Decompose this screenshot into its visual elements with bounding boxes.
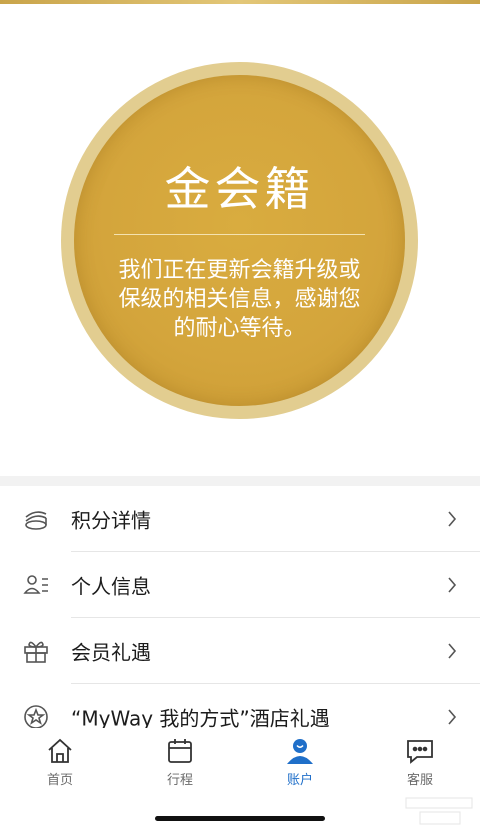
membership-status-message: 我们正在更新会籍升级或保级的相关信息，感谢您的耐心等待。 — [118, 258, 361, 341]
tab-label: 行程 — [166, 773, 193, 788]
tab-customer-service[interactable]: 客服 — [360, 736, 480, 796]
chevron-right-icon — [448, 577, 457, 593]
top-accent-bar — [0, 0, 480, 4]
tab-label: 首页 — [46, 773, 73, 788]
membership-badge-disc: 金会籍 我们正在更新会籍升级或保级的相关信息，感谢您的耐心等待。 — [74, 75, 405, 406]
home-icon — [48, 738, 72, 763]
chevron-right-icon — [448, 709, 457, 725]
menu-item-member-benefits[interactable]: 会员礼遇 — [0, 618, 480, 684]
profile-card-icon — [23, 575, 48, 594]
menu-item-points[interactable]: 积分详情 — [0, 486, 480, 552]
menu-label: 个人信息 — [71, 574, 151, 599]
account-menu: 积分详情 个人信息 会员礼遇 “MyWay 我的方式”酒店礼遇 — [0, 486, 480, 750]
tab-home[interactable]: 首页 — [0, 736, 120, 796]
chevron-right-icon — [448, 511, 457, 527]
chat-icon — [407, 740, 433, 764]
tab-label: 客服 — [406, 773, 433, 788]
calendar-icon — [168, 739, 192, 763]
tab-trips[interactable]: 行程 — [120, 736, 240, 796]
flyert-watermark-logo — [405, 797, 473, 825]
section-divider — [0, 476, 480, 486]
chevron-right-icon — [448, 643, 457, 659]
badge-divider — [114, 234, 365, 235]
membership-badge: 金会籍 我们正在更新会籍升级或保级的相关信息，感谢您的耐心等待。 — [61, 62, 418, 419]
menu-item-personal-info[interactable]: 个人信息 — [0, 552, 480, 618]
tab-account[interactable]: 账户 — [240, 736, 360, 796]
star-badge-icon — [24, 705, 48, 729]
account-icon — [287, 739, 313, 764]
menu-label: 积分详情 — [71, 508, 151, 533]
home-indicator — [155, 816, 325, 821]
membership-tier-title: 金会籍 — [164, 162, 315, 216]
gift-icon — [24, 641, 48, 663]
coins-stack-icon — [25, 511, 47, 530]
tab-label: 账户 — [286, 773, 313, 788]
menu-label: 会员礼遇 — [71, 640, 151, 665]
